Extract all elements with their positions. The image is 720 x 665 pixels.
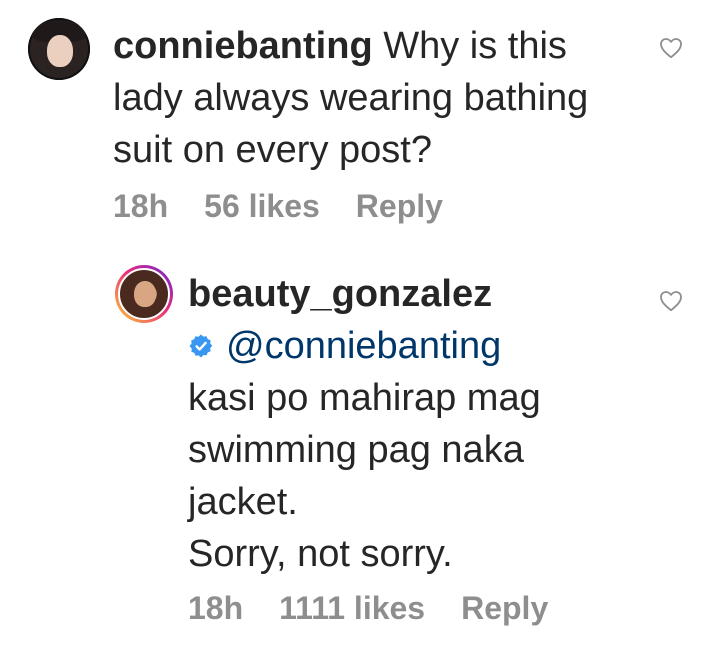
- comment-time: 18h: [188, 590, 244, 626]
- reply-line-2: swimming pag naka: [188, 429, 524, 471]
- reply-line-4: Sorry, not sorry.: [188, 533, 453, 575]
- heart-icon[interactable]: [659, 290, 683, 312]
- comment-username[interactable]: beauty_gonzalez: [188, 268, 608, 320]
- reply-line-1: kasi po mahirap mag: [188, 377, 541, 419]
- comment-content: conniebanting Why is this lady always we…: [113, 18, 696, 225]
- avatar-face: [47, 35, 73, 67]
- comment-time: 18h: [113, 188, 169, 224]
- heart-icon[interactable]: [659, 37, 683, 59]
- comment-likes[interactable]: 1111 likes: [279, 590, 425, 627]
- avatar-face: [134, 281, 156, 307]
- reply-line-3: jacket.: [188, 481, 298, 523]
- reply-button[interactable]: Reply: [461, 590, 548, 627]
- reply-button[interactable]: Reply: [356, 188, 443, 225]
- verified-badge-icon: [189, 334, 213, 358]
- comment-text: beauty_gonzalez @conniebanting kasi po m…: [188, 268, 608, 580]
- avatar[interactable]: [28, 18, 90, 80]
- comment: conniebanting Why is this lady always we…: [28, 18, 696, 225]
- comment-meta: 18h 1111 likes Reply: [188, 590, 696, 627]
- comment-content: beauty_gonzalez @conniebanting kasi po m…: [188, 265, 696, 627]
- avatar-story-ring[interactable]: [115, 265, 173, 323]
- comment-likes[interactable]: 56 likes: [204, 188, 320, 225]
- comment-meta: 18h 56 likes Reply: [113, 188, 696, 225]
- comment-reply: beauty_gonzalez @conniebanting kasi po m…: [115, 265, 696, 627]
- comment-username[interactable]: conniebanting: [113, 25, 373, 67]
- mention-link[interactable]: @conniebanting: [226, 320, 501, 372]
- avatar[interactable]: [118, 268, 170, 320]
- comment-text: conniebanting Why is this lady always we…: [113, 20, 643, 176]
- mention-line: @conniebanting: [188, 320, 608, 372]
